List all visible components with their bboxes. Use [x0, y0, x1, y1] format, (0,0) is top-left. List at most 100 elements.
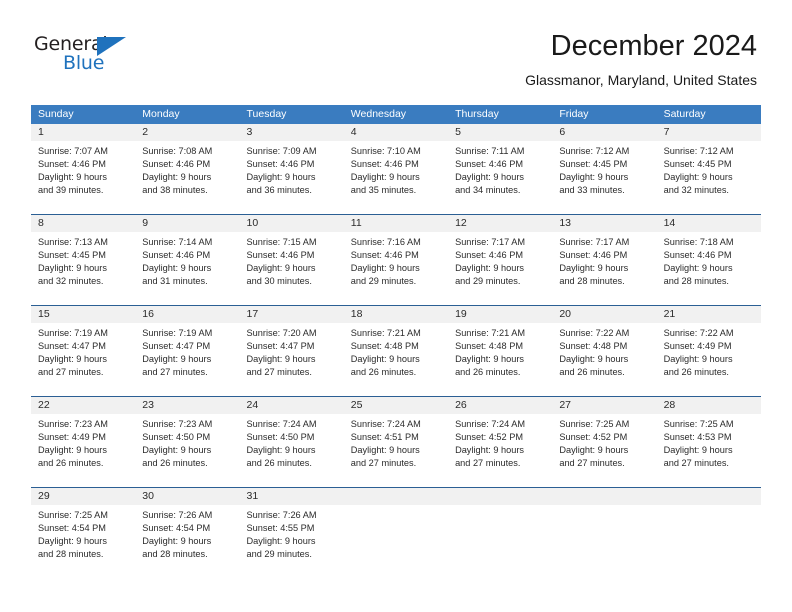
- calendar-day-cell[interactable]: 12 Sunrise: 7:17 AM Sunset: 4:46 PM Dayligh…: [448, 215, 553, 305]
- calendar-day-cell[interactable]: 7 Sunrise: 7:12 AM Sunset: 4:45 PM Daylight…: [656, 124, 761, 214]
- day-daylight2-text: and 28 minutes.: [38, 549, 104, 560]
- calendar-day-cell[interactable]: 15 Sunrise: 7:19 AM Sunset: 4:47 PM Dayligh…: [31, 306, 136, 396]
- day-sun-info: [448, 505, 552, 509]
- day-daylight1-text: Daylight: 9 hours: [350, 354, 420, 365]
- day-sunset-text: Sunset: 4:46 PM: [455, 159, 523, 170]
- day-sunset-text: Sunset: 4:52 PM: [559, 432, 628, 443]
- day-sun-info: Sunrise: 7:14 AM Sunset: 4:46 PM Daylight:…: [135, 232, 239, 288]
- calendar-day-cell[interactable]: 24 Sunrise: 7:24 AM Sunset: 4:50 PM Dayligh…: [239, 397, 344, 487]
- calendar-day-cell[interactable]: 31 Sunrise: 7:26 AM Sunset: 4:55 PM Dayligh…: [239, 488, 344, 578]
- day-sunset-text: Sunset: 4:46 PM: [142, 159, 211, 170]
- day-sunrise-text: Sunrise: 7:08 AM: [142, 146, 213, 156]
- calendar-day-cell[interactable]: 27 Sunrise: 7:25 AM Sunset: 4:52 PM Dayligh…: [552, 397, 657, 487]
- day-sunrise-text: Sunrise: 7:22 AM: [663, 328, 734, 338]
- calendar-day-cell[interactable]: 16 Sunrise: 7:19 AM Sunset: 4:47 PM Dayligh…: [135, 306, 240, 396]
- day-sun-info: Sunrise: 7:12 AM Sunset: 4:45 PM Daylight:…: [552, 141, 656, 197]
- calendar-day-cell[interactable]: 1 Sunrise: 7:07 AM Sunset: 4:46 PM Daylight…: [31, 124, 136, 214]
- day-sunrise-text: Sunrise: 7:26 AM: [246, 510, 317, 520]
- day-sunrise-text: Sunrise: 7:16 AM: [350, 237, 421, 247]
- day-daylight1-text: Daylight: 9 hours: [246, 263, 316, 274]
- day-sunrise-text: Sunrise: 7:25 AM: [559, 419, 630, 429]
- calendar-day-cell[interactable]: 19 Sunrise: 7:21 AM Sunset: 4:48 PM Dayligh…: [448, 306, 553, 396]
- day-sun-info: Sunrise: 7:26 AM Sunset: 4:55 PM Daylight:…: [240, 505, 344, 561]
- day-number: [656, 488, 761, 505]
- weekday-header-monday: Monday: [142, 108, 180, 120]
- calendar-day-cell[interactable]: 3 Sunrise: 7:09 AM Sunset: 4:46 PM Daylight…: [239, 124, 344, 214]
- day-sunrise-text: Sunrise: 7:19 AM: [142, 328, 213, 338]
- page-subtitle: Glassmanor, Maryland, United States: [525, 72, 757, 88]
- day-sunrise-text: Sunrise: 7:19 AM: [38, 328, 108, 338]
- day-sunrise-text: Sunrise: 7:21 AM: [455, 328, 526, 338]
- day-sunset-text: Sunset: 4:45 PM: [663, 159, 732, 170]
- calendar-day-cell-empty: [656, 488, 761, 578]
- calendar-day-cell[interactable]: 13 Sunrise: 7:17 AM Sunset: 4:46 PM Dayligh…: [552, 215, 657, 305]
- day-number: 27: [552, 397, 657, 414]
- day-daylight2-text: and 26 minutes.: [246, 458, 312, 469]
- day-sun-info: Sunrise: 7:26 AM Sunset: 4:54 PM Daylight:…: [135, 505, 239, 561]
- day-number: 4: [343, 124, 449, 141]
- day-sunrise-text: Sunrise: 7:13 AM: [38, 237, 108, 247]
- day-sunrise-text: Sunrise: 7:11 AM: [455, 146, 525, 156]
- calendar-day-cell[interactable]: 9 Sunrise: 7:14 AM Sunset: 4:46 PM Daylight…: [135, 215, 240, 305]
- general-blue-logo[interactable]: General Blue: [34, 33, 144, 81]
- calendar-day-cell[interactable]: 4 Sunrise: 7:10 AM Sunset: 4:46 PM Daylight…: [343, 124, 449, 214]
- calendar-day-cell[interactable]: 29 Sunrise: 7:25 AM Sunset: 4:54 PM Dayligh…: [31, 488, 136, 578]
- weekday-header-sunday: Sunday: [38, 108, 74, 120]
- calendar-day-cell[interactable]: 10 Sunrise: 7:15 AM Sunset: 4:46 PM Dayligh…: [239, 215, 344, 305]
- calendar-day-cell[interactable]: 25 Sunrise: 7:24 AM Sunset: 4:51 PM Dayligh…: [343, 397, 449, 487]
- day-daylight1-text: Daylight: 9 hours: [455, 354, 525, 365]
- calendar-day-cell[interactable]: 17 Sunrise: 7:20 AM Sunset: 4:47 PM Dayligh…: [239, 306, 344, 396]
- day-sun-info: Sunrise: 7:17 AM Sunset: 4:46 PM Daylight:…: [448, 232, 552, 288]
- day-sun-info: Sunrise: 7:21 AM Sunset: 4:48 PM Daylight:…: [344, 323, 448, 379]
- day-daylight2-text: and 29 minutes.: [350, 276, 417, 287]
- calendar-day-cell[interactable]: 30 Sunrise: 7:26 AM Sunset: 4:54 PM Dayligh…: [135, 488, 240, 578]
- calendar-day-cell[interactable]: 26 Sunrise: 7:24 AM Sunset: 4:52 PM Dayligh…: [448, 397, 553, 487]
- calendar-grid: Sunday Monday Tuesday Wednesday Thursday Frid…: [31, 105, 761, 578]
- day-sunset-text: Sunset: 4:46 PM: [350, 250, 419, 261]
- calendar-body: 1 Sunrise: 7:07 AM Sunset: 4:46 PM Daylight…: [31, 124, 761, 578]
- day-number: 31: [239, 488, 344, 505]
- calendar-day-cell-empty: [552, 488, 657, 578]
- day-sunset-text: Sunset: 4:54 PM: [142, 523, 211, 534]
- calendar-day-cell[interactable]: 28 Sunrise: 7:25 AM Sunset: 4:53 PM Dayligh…: [656, 397, 761, 487]
- day-daylight1-text: Daylight: 9 hours: [663, 354, 733, 365]
- calendar-day-cell[interactable]: 14 Sunrise: 7:18 AM Sunset: 4:46 PM Dayligh…: [656, 215, 761, 305]
- day-sunrise-text: Sunrise: 7:14 AM: [142, 237, 213, 247]
- title-block: December 2024 Glassmanor, Maryland, Unit…: [525, 28, 757, 89]
- day-sunrise-text: Sunrise: 7:12 AM: [663, 146, 734, 156]
- day-number: 22: [31, 397, 136, 414]
- calendar-day-cell[interactable]: 20 Sunrise: 7:22 AM Sunset: 4:48 PM Dayligh…: [552, 306, 657, 396]
- day-sunset-text: Sunset: 4:50 PM: [142, 432, 211, 443]
- day-daylight2-text: and 26 minutes.: [663, 367, 729, 378]
- day-sun-info: [657, 505, 761, 509]
- calendar-day-cell[interactable]: 2 Sunrise: 7:08 AM Sunset: 4:46 PM Daylight…: [135, 124, 240, 214]
- day-daylight1-text: Daylight: 9 hours: [663, 263, 733, 274]
- calendar-day-cell[interactable]: 5 Sunrise: 7:11 AM Sunset: 4:46 PM Daylight…: [448, 124, 553, 214]
- day-number: 24: [239, 397, 344, 414]
- day-sunset-text: Sunset: 4:45 PM: [38, 250, 106, 261]
- day-sun-info: Sunrise: 7:25 AM Sunset: 4:53 PM Daylight:…: [657, 414, 761, 470]
- day-daylight1-text: Daylight: 9 hours: [559, 263, 629, 274]
- calendar-day-cell[interactable]: 18 Sunrise: 7:21 AM Sunset: 4:48 PM Dayligh…: [343, 306, 449, 396]
- calendar-day-cell[interactable]: 8 Sunrise: 7:13 AM Sunset: 4:45 PM Daylight…: [31, 215, 136, 305]
- day-daylight1-text: Daylight: 9 hours: [38, 263, 107, 274]
- day-sunrise-text: Sunrise: 7:20 AM: [246, 328, 317, 338]
- day-daylight2-text: and 27 minutes.: [246, 367, 312, 378]
- day-daylight1-text: Daylight: 9 hours: [142, 536, 212, 547]
- calendar-day-cell[interactable]: 11 Sunrise: 7:16 AM Sunset: 4:46 PM Dayligh…: [343, 215, 449, 305]
- weekday-header-wednesday: Wednesday: [350, 108, 407, 120]
- day-sunset-text: Sunset: 4:49 PM: [38, 432, 106, 443]
- day-sunset-text: Sunset: 4:46 PM: [246, 159, 315, 170]
- day-sunset-text: Sunset: 4:55 PM: [246, 523, 315, 534]
- calendar-day-cell[interactable]: 6 Sunrise: 7:12 AM Sunset: 4:45 PM Daylight…: [552, 124, 657, 214]
- calendar-day-cell-empty: [343, 488, 449, 578]
- calendar-day-cell[interactable]: 23 Sunrise: 7:23 AM Sunset: 4:50 PM Dayligh…: [135, 397, 240, 487]
- calendar-day-cell[interactable]: 21 Sunrise: 7:22 AM Sunset: 4:49 PM Dayligh…: [656, 306, 761, 396]
- day-daylight1-text: Daylight: 9 hours: [38, 172, 107, 183]
- day-daylight2-text: and 27 minutes.: [38, 367, 104, 378]
- day-number: 6: [552, 124, 657, 141]
- day-sun-info: Sunrise: 7:21 AM Sunset: 4:48 PM Daylight:…: [448, 323, 552, 379]
- day-daylight2-text: and 29 minutes.: [246, 549, 312, 560]
- day-sunset-text: Sunset: 4:46 PM: [455, 250, 523, 261]
- calendar-day-cell[interactable]: 22 Sunrise: 7:23 AM Sunset: 4:49 PM Dayligh…: [31, 397, 136, 487]
